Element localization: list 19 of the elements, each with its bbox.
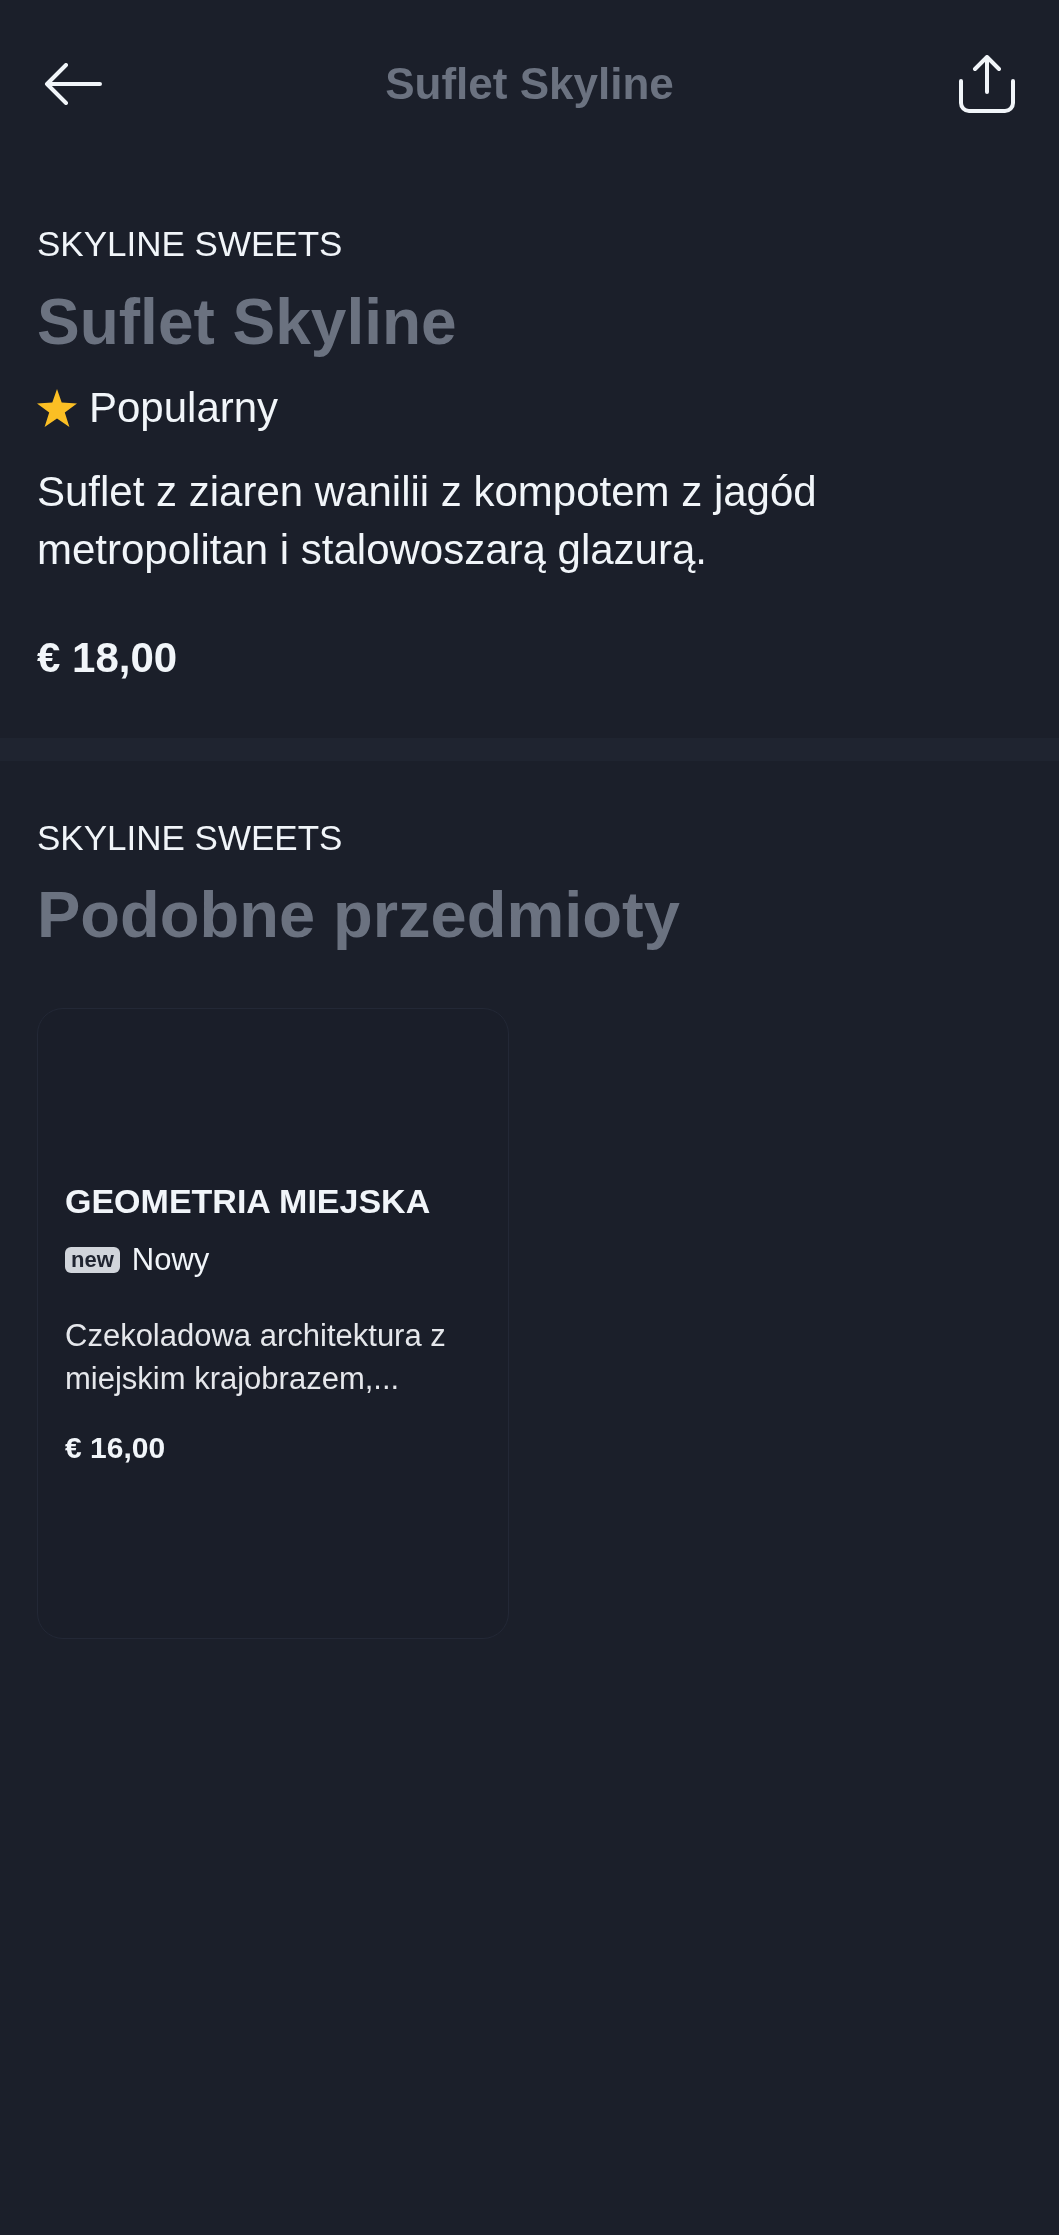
brand-label: SKYLINE SWEETS bbox=[37, 817, 343, 859]
star-icon bbox=[37, 389, 77, 427]
product-price: € 16,00 bbox=[65, 1430, 166, 1466]
brand-label: SKYLINE SWEETS bbox=[37, 223, 343, 265]
product-name: GEOMETRIA MIEJSKA bbox=[65, 1181, 431, 1222]
product-title: Suflet Skyline bbox=[37, 286, 457, 358]
back-button[interactable] bbox=[44, 63, 102, 105]
share-icon bbox=[957, 55, 1017, 113]
arrow-left-icon bbox=[44, 63, 102, 105]
section-title: Podobne przedmioty bbox=[37, 877, 680, 953]
popular-label: Popularny bbox=[89, 383, 279, 433]
status-badge: new bbox=[65, 1247, 120, 1273]
page-title: Suflet Skyline bbox=[385, 58, 674, 110]
product-description: Czekoladowa architektura z miejskim krajobrazem,... bbox=[65, 1317, 447, 1398]
product-price: € 18,00 bbox=[37, 633, 178, 683]
share-button[interactable] bbox=[957, 55, 1017, 113]
product-description: Suflet z ziaren wanilii z kompotem z jagód metropolitan i stalowoszarą glazurą. bbox=[37, 467, 818, 575]
status-label: Nowy bbox=[131, 1241, 210, 1279]
product-card[interactable]: GEOMETRIA MIEJSKA new Nowy Czekoladowa architektura z miejskim krajobrazem,... € 16,00 bbox=[37, 1008, 509, 1639]
